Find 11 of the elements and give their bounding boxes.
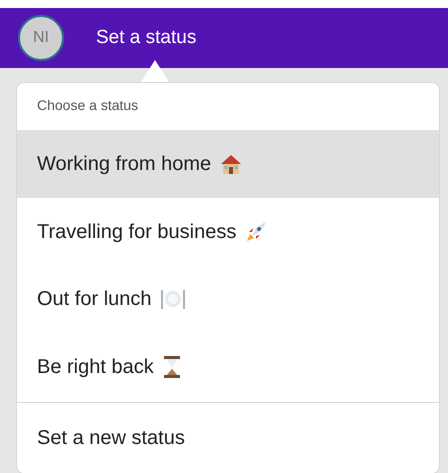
- status-label: Working from home: [37, 152, 212, 177]
- hourglass-icon: [162, 355, 182, 380]
- plate-icon: [160, 287, 186, 312]
- status-label: Out for lunch: [37, 287, 152, 312]
- status-label: Be right back: [37, 355, 154, 380]
- status-option[interactable]: Working from home: [17, 130, 439, 198]
- header-title: Set a status: [96, 26, 196, 50]
- rocket-icon: [244, 220, 268, 244]
- menu-heading: Choose a status: [36, 96, 140, 115]
- status-label: Travelling for business: [37, 220, 236, 245]
- new-status-option[interactable]: Set a new status: [17, 403, 439, 473]
